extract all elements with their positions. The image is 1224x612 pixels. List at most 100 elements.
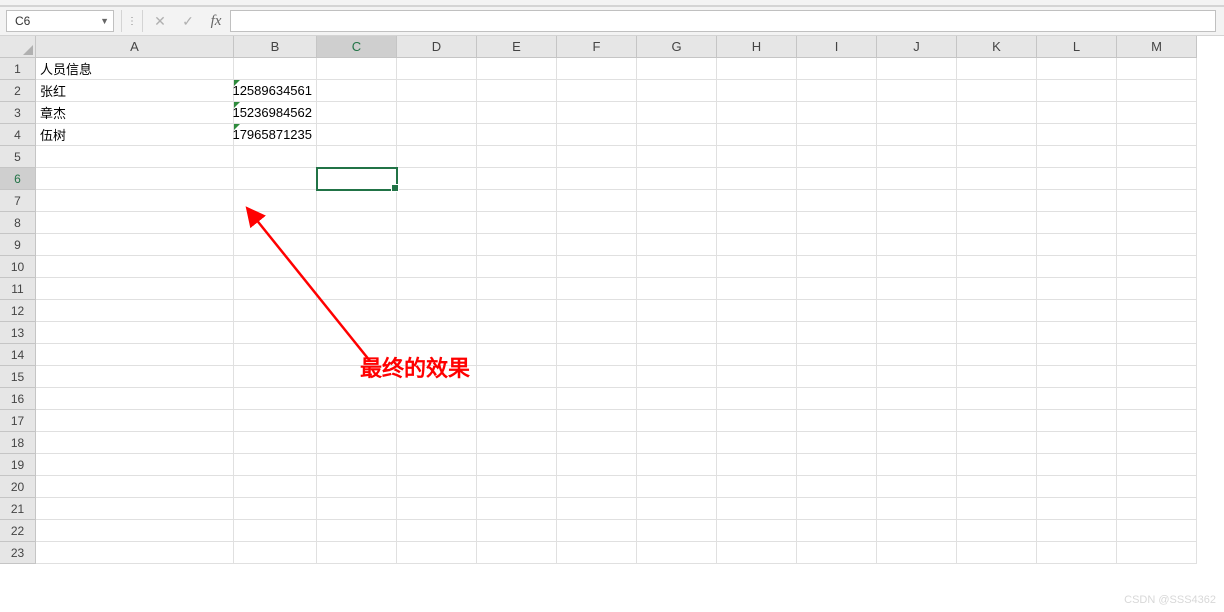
cell-G20[interactable]: [637, 476, 717, 498]
cell-E11[interactable]: [477, 278, 557, 300]
cell-A19[interactable]: [36, 454, 234, 476]
cell-L15[interactable]: [1037, 366, 1117, 388]
cell-H5[interactable]: [717, 146, 797, 168]
cell-M5[interactable]: [1117, 146, 1197, 168]
cell-E2[interactable]: [477, 80, 557, 102]
cell-C4[interactable]: [317, 124, 397, 146]
cell-K4[interactable]: [957, 124, 1037, 146]
cell-G4[interactable]: [637, 124, 717, 146]
cell-G6[interactable]: [637, 168, 717, 190]
cell-E9[interactable]: [477, 234, 557, 256]
cell-J16[interactable]: [877, 388, 957, 410]
cell-M16[interactable]: [1117, 388, 1197, 410]
cell-D6[interactable]: [397, 168, 477, 190]
cell-B15[interactable]: [234, 366, 317, 388]
cell-K22[interactable]: [957, 520, 1037, 542]
cell-G12[interactable]: [637, 300, 717, 322]
cell-E15[interactable]: [477, 366, 557, 388]
cell-D16[interactable]: [397, 388, 477, 410]
cell-G18[interactable]: [637, 432, 717, 454]
cell-G15[interactable]: [637, 366, 717, 388]
cell-J9[interactable]: [877, 234, 957, 256]
cell-L22[interactable]: [1037, 520, 1117, 542]
insert-function-button[interactable]: fx: [202, 10, 230, 32]
cell-A18[interactable]: [36, 432, 234, 454]
cell-L2[interactable]: [1037, 80, 1117, 102]
row-header-14[interactable]: 14: [0, 344, 36, 366]
cell-G8[interactable]: [637, 212, 717, 234]
name-box[interactable]: C6 ▼: [6, 10, 114, 32]
cell-J13[interactable]: [877, 322, 957, 344]
cell-D1[interactable]: [397, 58, 477, 80]
cell-B5[interactable]: [234, 146, 317, 168]
cell-H23[interactable]: [717, 542, 797, 564]
column-header-M[interactable]: M: [1117, 36, 1197, 58]
cell-K8[interactable]: [957, 212, 1037, 234]
cell-A3[interactable]: 章杰: [36, 102, 234, 124]
cell-M11[interactable]: [1117, 278, 1197, 300]
cell-I3[interactable]: [797, 102, 877, 124]
row-header-15[interactable]: 15: [0, 366, 36, 388]
cell-B9[interactable]: [234, 234, 317, 256]
cell-L9[interactable]: [1037, 234, 1117, 256]
cell-K11[interactable]: [957, 278, 1037, 300]
cell-L7[interactable]: [1037, 190, 1117, 212]
cell-E8[interactable]: [477, 212, 557, 234]
cell-D7[interactable]: [397, 190, 477, 212]
cell-C3[interactable]: [317, 102, 397, 124]
cell-E19[interactable]: [477, 454, 557, 476]
cell-G1[interactable]: [637, 58, 717, 80]
cell-H9[interactable]: [717, 234, 797, 256]
cell-J3[interactable]: [877, 102, 957, 124]
cell-G5[interactable]: [637, 146, 717, 168]
cell-M6[interactable]: [1117, 168, 1197, 190]
cell-I15[interactable]: [797, 366, 877, 388]
cell-L10[interactable]: [1037, 256, 1117, 278]
cell-I4[interactable]: [797, 124, 877, 146]
cell-D18[interactable]: [397, 432, 477, 454]
cell-B17[interactable]: [234, 410, 317, 432]
cell-M12[interactable]: [1117, 300, 1197, 322]
column-header-K[interactable]: K: [957, 36, 1037, 58]
cell-K7[interactable]: [957, 190, 1037, 212]
cell-J2[interactable]: [877, 80, 957, 102]
cell-K19[interactable]: [957, 454, 1037, 476]
cell-J23[interactable]: [877, 542, 957, 564]
cell-D17[interactable]: [397, 410, 477, 432]
cell-F15[interactable]: [557, 366, 637, 388]
cell-C9[interactable]: [317, 234, 397, 256]
cell-I13[interactable]: [797, 322, 877, 344]
cell-B11[interactable]: [234, 278, 317, 300]
cell-B1[interactable]: [234, 58, 317, 80]
cell-G3[interactable]: [637, 102, 717, 124]
cell-E1[interactable]: [477, 58, 557, 80]
cell-F11[interactable]: [557, 278, 637, 300]
cell-M22[interactable]: [1117, 520, 1197, 542]
cell-J4[interactable]: [877, 124, 957, 146]
cell-D9[interactable]: [397, 234, 477, 256]
row-header-17[interactable]: 17: [0, 410, 36, 432]
cell-H21[interactable]: [717, 498, 797, 520]
cell-H18[interactable]: [717, 432, 797, 454]
cell-L4[interactable]: [1037, 124, 1117, 146]
column-header-J[interactable]: J: [877, 36, 957, 58]
cell-B23[interactable]: [234, 542, 317, 564]
cell-E23[interactable]: [477, 542, 557, 564]
cell-I23[interactable]: [797, 542, 877, 564]
cell-D10[interactable]: [397, 256, 477, 278]
cell-G9[interactable]: [637, 234, 717, 256]
row-header-21[interactable]: 21: [0, 498, 36, 520]
cell-G22[interactable]: [637, 520, 717, 542]
cell-D23[interactable]: [397, 542, 477, 564]
cell-B7[interactable]: [234, 190, 317, 212]
cell-I1[interactable]: [797, 58, 877, 80]
cell-L11[interactable]: [1037, 278, 1117, 300]
row-header-8[interactable]: 8: [0, 212, 36, 234]
cell-L23[interactable]: [1037, 542, 1117, 564]
column-header-H[interactable]: H: [717, 36, 797, 58]
cell-A20[interactable]: [36, 476, 234, 498]
cell-C11[interactable]: [317, 278, 397, 300]
cell-I10[interactable]: [797, 256, 877, 278]
cell-J17[interactable]: [877, 410, 957, 432]
cell-I7[interactable]: [797, 190, 877, 212]
